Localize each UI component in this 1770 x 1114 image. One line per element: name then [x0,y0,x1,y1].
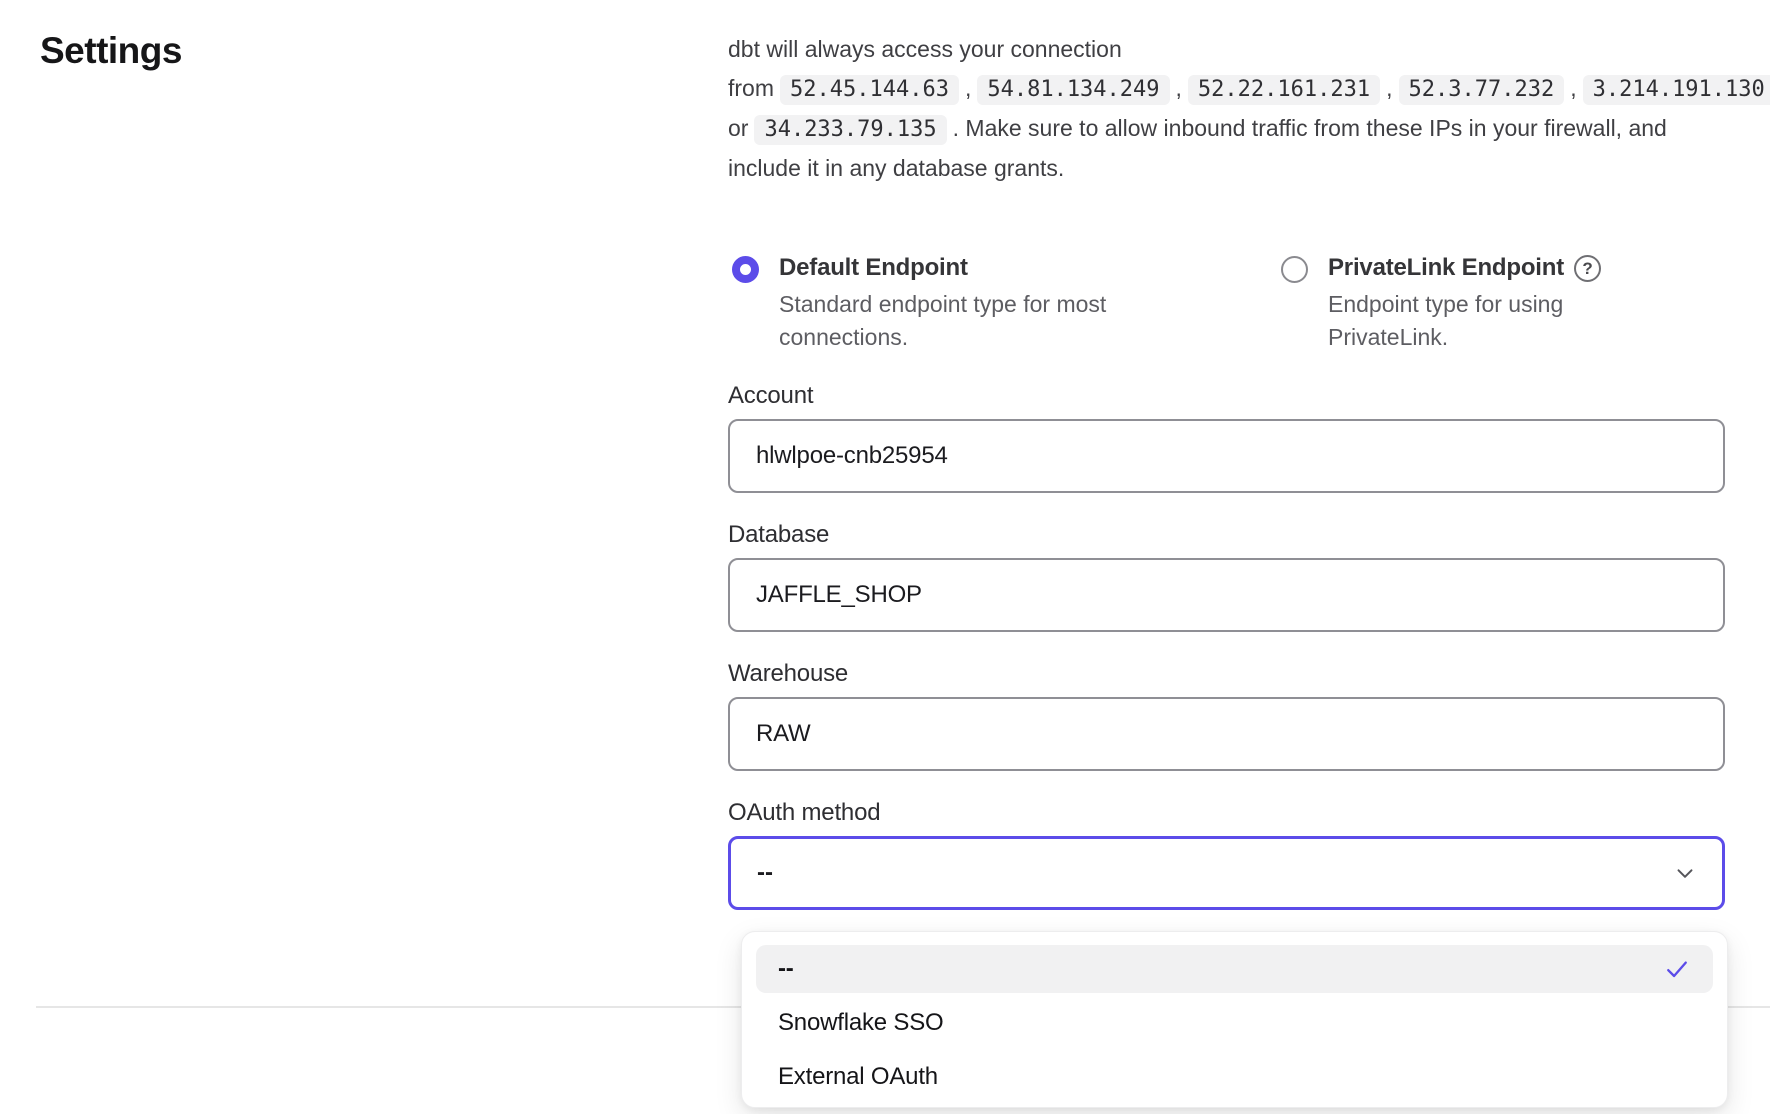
field-database: Database [728,521,1725,632]
dropdown-option-snowflake-sso[interactable]: Snowflake SSO [756,999,1713,1047]
ip-address-pill: 54.81.134.249 [977,75,1169,105]
ip-address-pill: 52.22.161.231 [1188,75,1380,105]
intro-paragraph: dbt will always access your connection f… [728,0,1693,188]
database-label: Database [728,521,1725,549]
account-input[interactable] [728,419,1725,493]
settings-page: Settings dbt will always access your con… [0,0,1770,1114]
dropdown-option-label: -- [778,955,794,983]
connection-settings-panel: dbt will always access your connection f… [728,0,1725,910]
dropdown-option-label: Snowflake SSO [778,1009,943,1037]
endpoint-option-description: Endpoint type for using PrivateLink. [1328,288,1583,354]
radio-button-icon[interactable] [1281,256,1308,283]
chevron-down-icon [1672,860,1698,886]
endpoint-option-texts: Default Endpoint Standard endpoint type … [779,254,1124,354]
ip-address-pill: 52.3.77.232 [1399,75,1565,105]
warehouse-label: Warehouse [728,660,1725,688]
oauth-method-select[interactable]: -- [728,836,1725,910]
dropdown-option-external-oauth[interactable]: External OAuth [756,1053,1713,1101]
check-icon [1663,955,1691,983]
ip-address-pill: 3.214.191.130 [1583,75,1770,105]
oauth-method-selected-value: -- [757,859,773,887]
ip-address-pill: 34.233.79.135 [754,115,946,145]
radio-option-default-endpoint[interactable]: Default Endpoint Standard endpoint type … [732,254,1281,354]
endpoint-option-description: Standard endpoint type for most connecti… [779,288,1124,354]
oauth-method-dropdown: -- Snowflake SSO External OAuth [741,931,1728,1108]
dropdown-option-blank[interactable]: -- [756,945,1713,993]
endpoint-option-label: Default Endpoint [779,254,968,282]
field-warehouse: Warehouse [728,660,1725,771]
endpoint-type-radio-group: Default Endpoint Standard endpoint type … [732,254,1725,354]
ip-address-pill: 52.45.144.63 [780,75,959,105]
radio-button-icon[interactable] [732,256,759,283]
endpoint-option-texts: PrivateLink Endpoint ? Endpoint type for… [1328,254,1601,354]
radio-option-privatelink-endpoint[interactable]: PrivateLink Endpoint ? Endpoint type for… [1281,254,1601,354]
database-input[interactable] [728,558,1725,632]
warehouse-input[interactable] [728,697,1725,771]
oauth-method-label: OAuth method [728,799,1725,827]
field-account: Account [728,382,1725,493]
help-icon[interactable]: ? [1574,255,1601,282]
field-oauth-method: OAuth method -- [728,799,1725,910]
page-title: Settings [40,30,182,72]
endpoint-option-label: PrivateLink Endpoint [1328,254,1564,282]
account-label: Account [728,382,1725,410]
dropdown-option-label: External OAuth [778,1063,938,1091]
